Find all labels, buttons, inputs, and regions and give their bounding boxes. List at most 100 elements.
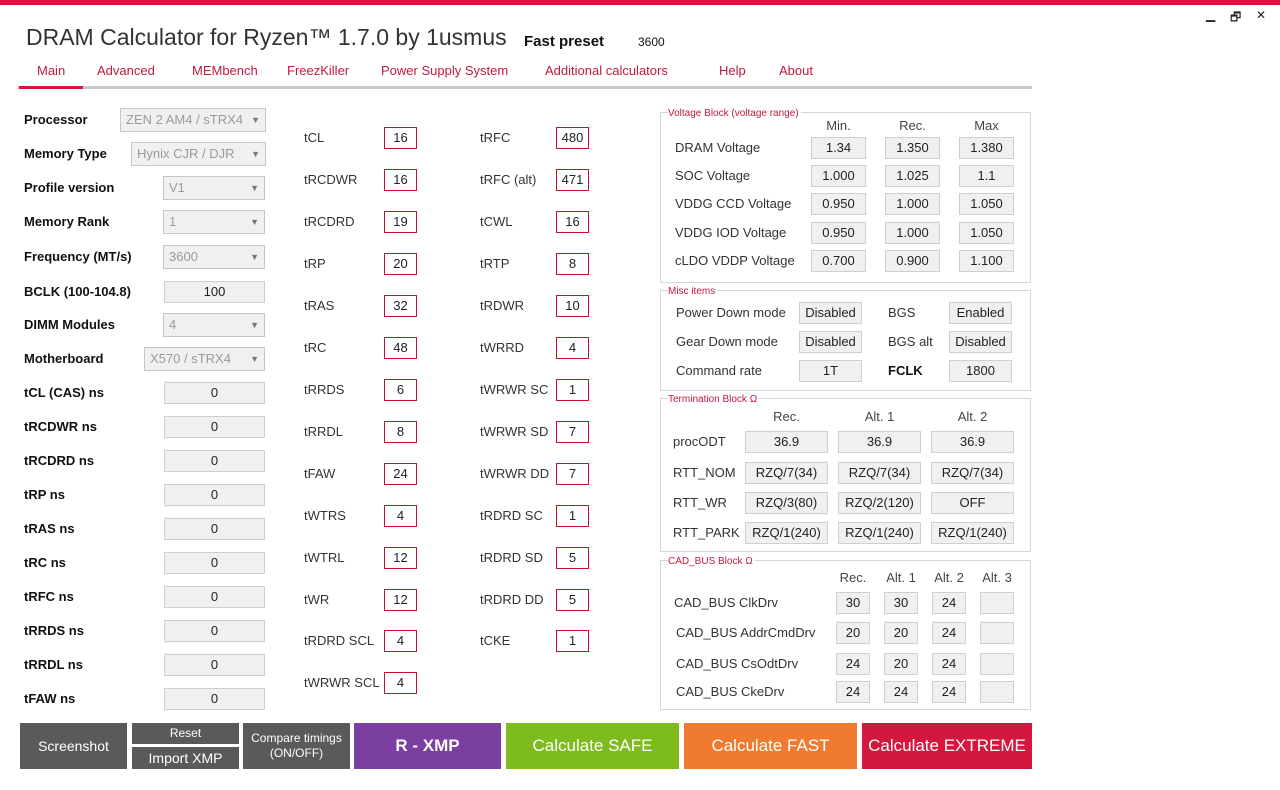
tab-advanced[interactable]: Advanced: [97, 63, 155, 78]
cad-bus-addrcmddrv-value[interactable]: 24: [932, 622, 966, 644]
dimm-modules-select[interactable]: 4 ▼: [163, 313, 265, 337]
tcl-cas-ns-field[interactable]: 0: [164, 382, 265, 404]
vddg-iod-voltage-value[interactable]: 1.050: [959, 222, 1014, 244]
frequency-mt-s-select[interactable]: 3600 ▼: [163, 245, 265, 269]
processor-select[interactable]: ZEN 2 AM4 / sTRX4 ▼: [120, 108, 266, 132]
memory-rank-select[interactable]: 1 ▼: [163, 210, 265, 234]
rtt-wr-value[interactable]: OFF: [931, 492, 1014, 514]
twrwr-scl-value[interactable]: 4: [384, 672, 417, 694]
memory-type-select[interactable]: Hynix CJR / DJR ▼: [131, 142, 266, 166]
tcl-value[interactable]: 16: [384, 127, 417, 149]
rtt-wr-value[interactable]: RZQ/2(120): [838, 492, 921, 514]
tab-freezkiller[interactable]: FreezKiller: [287, 63, 349, 78]
vddg-iod-voltage-value[interactable]: 0.950: [811, 222, 866, 244]
cad-bus-ckedrv-value[interactable]: [980, 681, 1014, 703]
trdrd-sd-value[interactable]: 5: [556, 547, 589, 569]
soc-voltage-value[interactable]: 1.000: [811, 165, 866, 187]
tcwl-value[interactable]: 16: [556, 211, 589, 233]
cldo-vddp-voltage-value[interactable]: 1.100: [959, 250, 1014, 272]
gear-down-mode-value[interactable]: Disabled: [799, 331, 862, 353]
trdrd-sc-value[interactable]: 1: [556, 505, 589, 527]
twr-value[interactable]: 12: [384, 589, 417, 611]
tfaw-ns-field[interactable]: 0: [164, 688, 265, 710]
tab-membench[interactable]: MEMbench: [192, 63, 258, 78]
calculate-fast-button[interactable]: Calculate FAST: [684, 723, 857, 769]
rtt-nom-value[interactable]: RZQ/7(34): [745, 462, 828, 484]
trc-value[interactable]: 48: [384, 337, 417, 359]
trtp-value[interactable]: 8: [556, 253, 589, 275]
minimize-icon[interactable]: ▁: [1206, 8, 1215, 22]
restore-icon[interactable]: 🗗: [1230, 8, 1241, 29]
vddg-ccd-voltage-value[interactable]: 0.950: [811, 193, 866, 215]
procodt-value[interactable]: 36.9: [745, 431, 828, 453]
close-icon[interactable]: ✕: [1256, 8, 1266, 22]
cad-bus-ckedrv-value[interactable]: 24: [932, 681, 966, 703]
rtt-wr-value[interactable]: RZQ/3(80): [745, 492, 828, 514]
tab-power-supply-system[interactable]: Power Supply System: [381, 63, 508, 78]
twrrd-value[interactable]: 4: [556, 337, 589, 359]
trrds-ns-field[interactable]: 0: [164, 620, 265, 642]
trdrd-dd-value[interactable]: 5: [556, 589, 589, 611]
screenshot-button[interactable]: Screenshot: [20, 723, 127, 769]
trrdl-ns-field[interactable]: 0: [164, 654, 265, 676]
calculate-extreme-button[interactable]: Calculate EXTREME: [862, 723, 1032, 769]
trrds-value[interactable]: 6: [384, 379, 417, 401]
trdwr-value[interactable]: 10: [556, 295, 589, 317]
tab-about[interactable]: About: [779, 63, 813, 78]
trcdrd-ns-field[interactable]: 0: [164, 450, 265, 472]
cad-bus-clkdrv-value[interactable]: 30: [836, 592, 870, 614]
r-xmp-button[interactable]: R - XMP: [354, 723, 501, 769]
cad-bus-csodtdrv-value[interactable]: 24: [932, 653, 966, 675]
vddg-ccd-voltage-value[interactable]: 1.050: [959, 193, 1014, 215]
dram-voltage-value[interactable]: 1.350: [885, 137, 940, 159]
procodt-value[interactable]: 36.9: [838, 431, 921, 453]
twtrl-value[interactable]: 12: [384, 547, 417, 569]
trp-value[interactable]: 20: [384, 253, 417, 275]
tras-ns-field[interactable]: 0: [164, 518, 265, 540]
dram-voltage-value[interactable]: 1.34: [811, 137, 866, 159]
twrwr-sc-value[interactable]: 1: [556, 379, 589, 401]
command-rate-value[interactable]: 1T: [799, 360, 862, 382]
tfaw-value[interactable]: 24: [384, 463, 417, 485]
cldo-vddp-voltage-value[interactable]: 0.700: [811, 250, 866, 272]
rtt-park-value[interactable]: RZQ/1(240): [838, 522, 921, 544]
cad-bus-clkdrv-value[interactable]: [980, 592, 1014, 614]
soc-voltage-value[interactable]: 1.1: [959, 165, 1014, 187]
bclk-100-104-8-field[interactable]: 100: [164, 281, 265, 303]
trdrd-scl-value[interactable]: 4: [384, 630, 417, 652]
import-xmp-button[interactable]: Import XMP: [132, 747, 239, 769]
cad-bus-csodtdrv-value[interactable]: 20: [884, 653, 918, 675]
cad-bus-clkdrv-value[interactable]: 30: [884, 592, 918, 614]
trp-ns-field[interactable]: 0: [164, 484, 265, 506]
tras-value[interactable]: 32: [384, 295, 417, 317]
vddg-ccd-voltage-value[interactable]: 1.000: [885, 193, 940, 215]
cad-bus-ckedrv-value[interactable]: 24: [836, 681, 870, 703]
twrwr-dd-value[interactable]: 7: [556, 463, 589, 485]
trfc-value[interactable]: 480: [556, 127, 589, 149]
vddg-iod-voltage-value[interactable]: 1.000: [885, 222, 940, 244]
rtt-park-value[interactable]: RZQ/1(240): [745, 522, 828, 544]
power-down-mode-value[interactable]: Disabled: [799, 302, 862, 324]
tcke-value[interactable]: 1: [556, 630, 589, 652]
reset-button[interactable]: Reset: [132, 723, 239, 744]
cldo-vddp-voltage-value[interactable]: 0.900: [885, 250, 940, 272]
cad-bus-csodtdrv-value[interactable]: 24: [836, 653, 870, 675]
soc-voltage-value[interactable]: 1.025: [885, 165, 940, 187]
cad-bus-addrcmddrv-value[interactable]: 20: [884, 622, 918, 644]
motherboard-select[interactable]: X570 / sTRX4 ▼: [144, 347, 265, 371]
cad-bus-addrcmddrv-value[interactable]: [980, 622, 1014, 644]
trrdl-value[interactable]: 8: [384, 421, 417, 443]
rtt-nom-value[interactable]: RZQ/7(34): [838, 462, 921, 484]
cad-bus-addrcmddrv-value[interactable]: 20: [836, 622, 870, 644]
trc-ns-field[interactable]: 0: [164, 552, 265, 574]
rtt-nom-value[interactable]: RZQ/7(34): [931, 462, 1014, 484]
trcdwr-ns-field[interactable]: 0: [164, 416, 265, 438]
calculate-safe-button[interactable]: Calculate SAFE: [506, 723, 679, 769]
cad-bus-ckedrv-value[interactable]: 24: [884, 681, 918, 703]
tab-help[interactable]: Help: [719, 63, 746, 78]
trfc-ns-field[interactable]: 0: [164, 586, 265, 608]
procodt-value[interactable]: 36.9: [931, 431, 1014, 453]
compare-timings-button[interactable]: Compare timings (ON/OFF): [243, 723, 350, 769]
trfc-alt--value[interactable]: 471: [556, 169, 589, 191]
trcdrd-value[interactable]: 19: [384, 211, 417, 233]
